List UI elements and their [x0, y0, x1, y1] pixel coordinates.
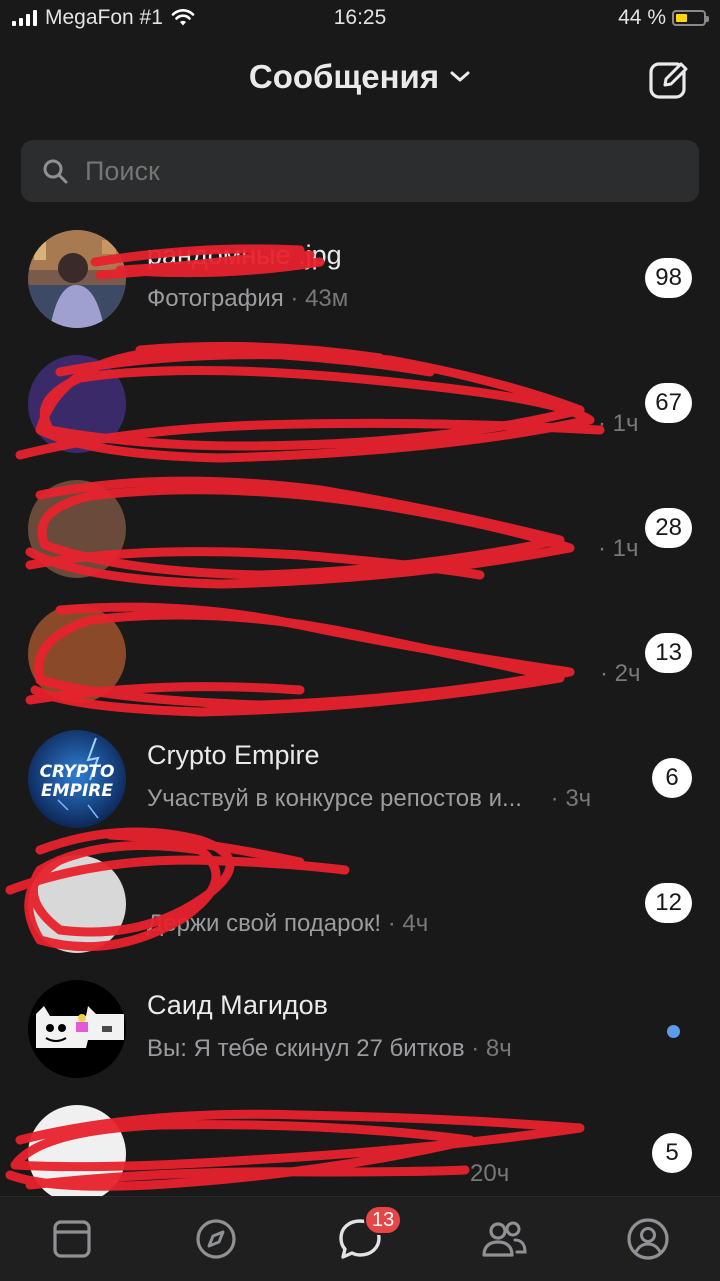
chat-preview: · 1ч — [598, 535, 639, 563]
unread-badge: 98 — [645, 258, 692, 298]
avatar — [28, 355, 126, 453]
messages-badge: 13 — [364, 1205, 403, 1235]
preview-text: Держи свой подарок! — [147, 910, 382, 937]
avatar — [28, 230, 126, 328]
chat-item[interactable]: · 1ч 67 — [0, 340, 720, 465]
chat-time: · 1ч — [598, 410, 639, 437]
title-dropdown[interactable]: Сообщения — [0, 58, 720, 96]
unread-badge: 67 — [645, 383, 692, 423]
avatar — [28, 855, 126, 953]
unread-dot — [667, 1025, 680, 1038]
chevron-down-icon — [450, 71, 470, 82]
avatar-text: CRYPTO — [40, 762, 115, 782]
chat-preview: Вы: Я тебе скинул 27 битков · 8ч — [147, 1035, 512, 1063]
chat-list: рандомные .jpg Фотография · 43м 98 · 1ч … — [0, 215, 720, 1215]
avatar — [28, 1105, 126, 1203]
chat-preview: 20ч — [470, 1160, 509, 1188]
chat-preview: Фотография · 43м — [147, 285, 348, 313]
avatar-text: EMPIRE — [41, 781, 113, 801]
chat-time: · 2ч — [600, 660, 641, 687]
chat-time: 20ч — [470, 1160, 510, 1187]
page-title: Сообщения — [248, 58, 440, 95]
discover-icon[interactable] — [192, 1215, 240, 1263]
unread-badge: 13 — [645, 633, 692, 673]
search-input[interactable] — [83, 154, 607, 188]
unread-badge: 12 — [645, 883, 692, 923]
tab-bar: 13 — [0, 1196, 720, 1281]
chat-name: Crypto Empire — [147, 740, 320, 770]
avatar — [28, 605, 126, 703]
chat-name: Саид Магидов — [147, 990, 329, 1020]
preview-text: Вы: Я тебе скинул 27 битков — [147, 1035, 465, 1062]
profile-icon[interactable] — [624, 1215, 672, 1263]
clock: 16:25 — [333, 6, 387, 29]
battery-percent: 44 % — [618, 6, 666, 29]
chat-preview: Участвуй в конкурсе репостов и... · 3ч — [147, 785, 591, 813]
avatar — [28, 980, 126, 1078]
friends-icon[interactable] — [480, 1215, 528, 1263]
chat-preview: · 1ч — [598, 410, 639, 438]
feed-icon[interactable] — [48, 1215, 96, 1263]
unread-badge: 5 — [652, 1133, 692, 1173]
unread-badge: 28 — [645, 508, 692, 548]
unread-badge: 6 — [652, 758, 692, 798]
preview-text: Участвуй в конкурсе репостов и... — [147, 785, 522, 812]
chat-time: · 4ч — [387, 910, 429, 937]
chat-item[interactable]: · 2ч 13 — [0, 590, 720, 715]
chat-time: · 8ч — [471, 1035, 512, 1062]
header: Сообщения — [0, 52, 720, 108]
avatar — [28, 480, 126, 578]
battery-icon — [672, 10, 709, 26]
chat-item[interactable]: Держи свой подарок! · 4ч 12 — [0, 840, 720, 965]
status-bar: MegaFon #1 16:25 44 % — [0, 0, 720, 40]
chat-preview: · 2ч — [600, 660, 641, 688]
chat-item[interactable]: CRYPTO EMPIRE Crypto Empire Участвуй в к… — [0, 715, 720, 840]
avatar: CRYPTO EMPIRE — [28, 730, 126, 828]
search-bar[interactable] — [21, 140, 699, 202]
chat-item[interactable]: Саид Магидов Вы: Я тебе скинул 27 битков… — [0, 965, 720, 1090]
compose-icon[interactable] — [648, 58, 690, 100]
chat-time: · 1ч — [598, 535, 639, 562]
search-icon — [43, 159, 68, 184]
preview-text: Фотография — [147, 285, 284, 312]
chat-name: рандомные .jpg — [147, 240, 342, 270]
chat-item[interactable]: · 1ч 28 — [0, 465, 720, 590]
chat-time: · 3ч — [550, 785, 592, 812]
chat-time: · 43м — [290, 285, 349, 312]
chat-item[interactable]: рандомные .jpg Фотография · 43м 98 — [0, 215, 720, 340]
chat-preview: Держи свой подарок! · 4ч — [147, 910, 428, 938]
status-right: 44 % — [618, 6, 709, 30]
